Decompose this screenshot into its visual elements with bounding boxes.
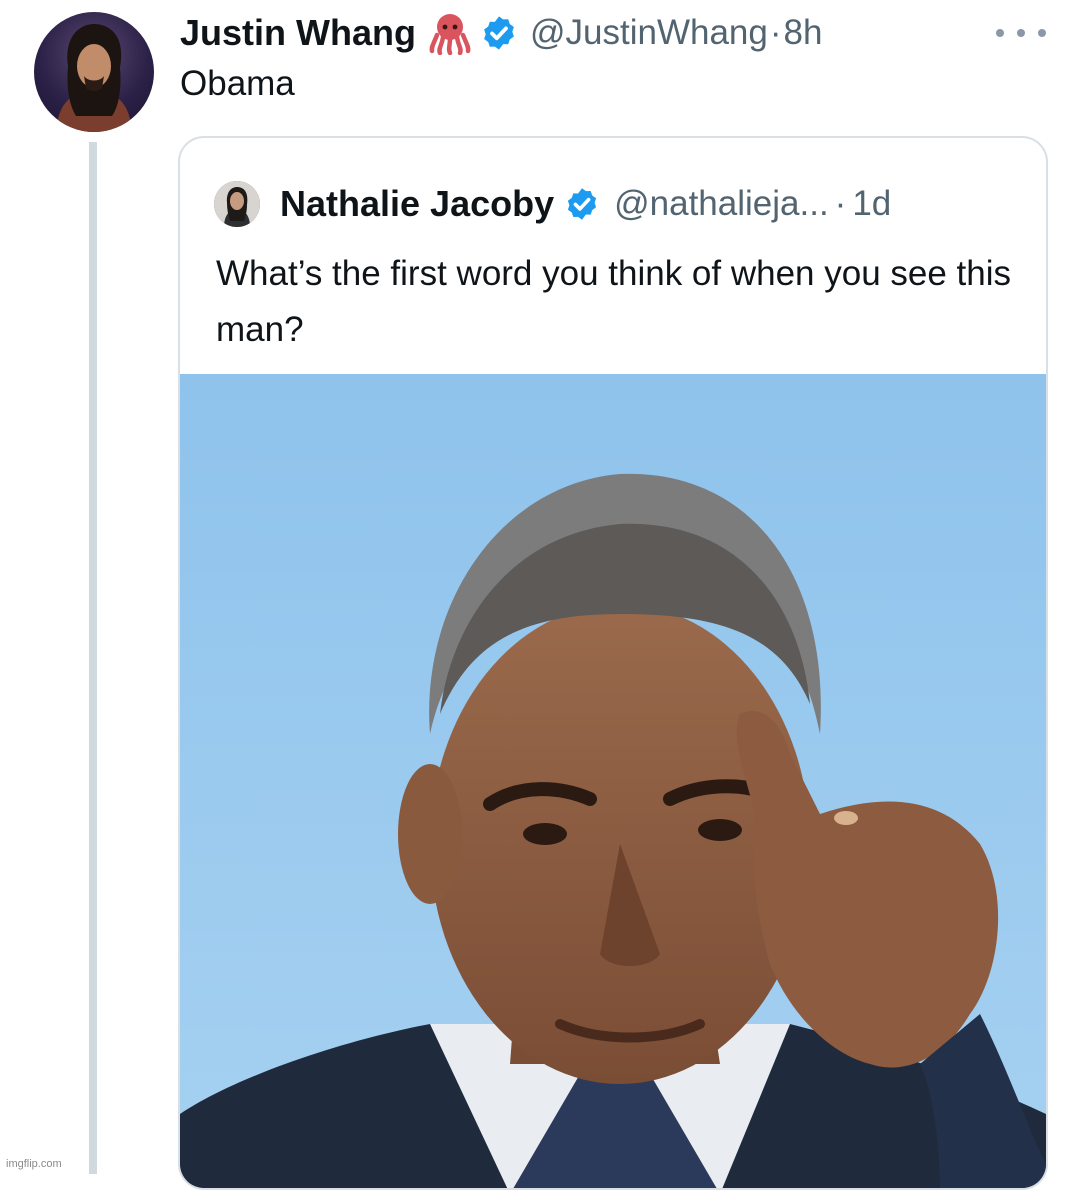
quoted-avatar-portrait-icon	[214, 181, 260, 227]
tweet-header: Justin Whang @JustinWhang · 8h	[180, 8, 822, 58]
quoted-author-handle[interactable]: @nathalieja...	[614, 184, 829, 224]
quoted-author-name[interactable]: Nathalie Jacoby	[280, 183, 554, 225]
quoted-verified-badge-icon	[568, 188, 597, 220]
tweet-timestamp[interactable]: 8h	[784, 13, 823, 53]
quoted-separator-dot: ·	[834, 184, 847, 223]
quoted-tweet-photo[interactable]	[180, 374, 1046, 1188]
author-handle[interactable]: @JustinWhang	[530, 13, 768, 53]
octopus-emoji-icon	[428, 11, 472, 56]
author-avatar[interactable]	[34, 12, 154, 132]
avatar-portrait-icon	[56, 24, 132, 132]
more-options-icon[interactable]	[996, 18, 1046, 48]
separator-dot: ·	[769, 13, 782, 52]
verified-badge-icon	[480, 14, 518, 52]
watermark: imgflip.com	[6, 1158, 62, 1170]
thread-connector-line	[89, 142, 97, 1174]
quoted-author-avatar[interactable]	[214, 181, 260, 227]
author-name[interactable]: Justin Whang	[180, 12, 416, 54]
quoted-tweet-card[interactable]: Nathalie Jacoby @nathalieja... · 1d What…	[178, 136, 1048, 1190]
tweet-text: Obama	[180, 64, 295, 103]
quoted-tweet-header: Nathalie Jacoby @nathalieja... · 1d	[214, 180, 891, 228]
quoted-tweet-text: What’s the first word you think of when …	[216, 254, 1012, 349]
quoted-tweet-timestamp[interactable]: 1d	[852, 184, 891, 224]
portrait-photo-icon	[180, 473, 1046, 1188]
